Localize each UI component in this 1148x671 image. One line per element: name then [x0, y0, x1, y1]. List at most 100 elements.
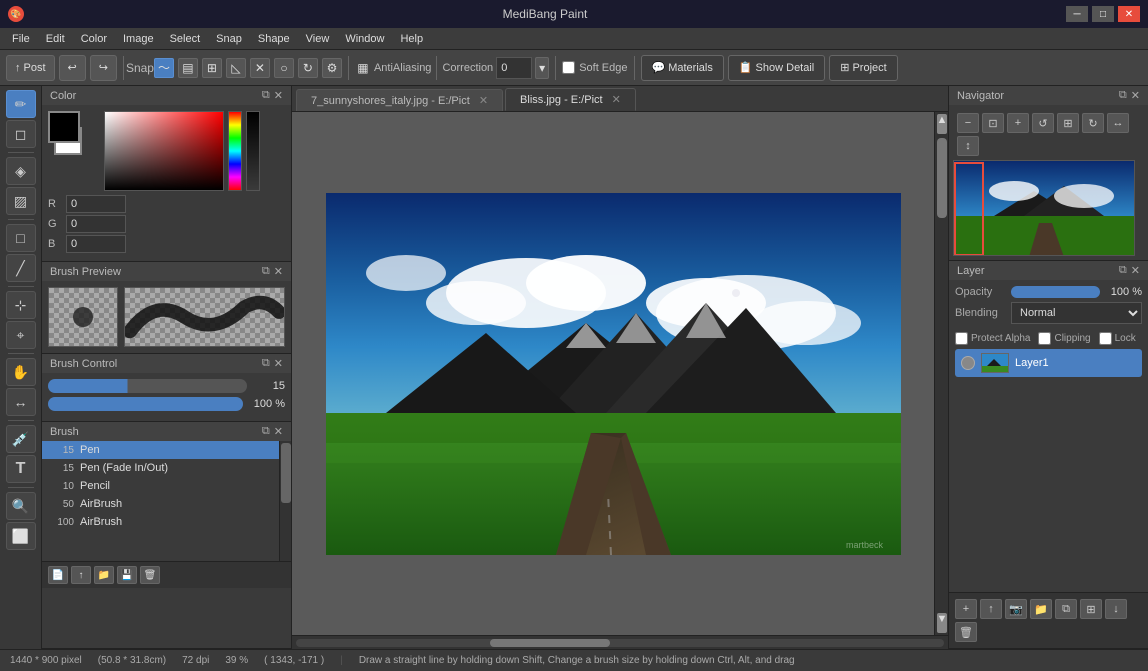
- snap-diagonal[interactable]: ◺: [226, 58, 246, 78]
- menu-color[interactable]: Color: [73, 31, 115, 47]
- tab-1-close[interactable]: ✕: [479, 95, 488, 107]
- tool-fill2[interactable]: ⬜: [6, 522, 36, 550]
- close-button[interactable]: ✕: [1118, 6, 1140, 22]
- snap-grid[interactable]: ⊞: [202, 58, 222, 78]
- nav-rotate-cw[interactable]: ↻: [1082, 113, 1104, 133]
- tool-text[interactable]: T: [6, 455, 36, 483]
- tool-transform[interactable]: ↔: [6, 388, 36, 416]
- color-gradient[interactable]: [104, 111, 224, 191]
- brush-list-scrollbar[interactable]: [279, 441, 291, 561]
- color-panel-close[interactable]: ✕: [274, 89, 283, 102]
- canvas-image[interactable]: martbeck: [326, 193, 901, 555]
- bl-close[interactable]: ✕: [274, 425, 283, 438]
- save-btn[interactable]: 💾: [117, 566, 137, 584]
- nav-flip-v[interactable]: ↕: [957, 136, 979, 156]
- brush-item[interactable]: 15 Pen (Fade In/Out): [42, 459, 279, 477]
- nav-flip-h[interactable]: ↔: [1107, 113, 1129, 133]
- bc-close[interactable]: ✕: [274, 357, 283, 370]
- r-input[interactable]: [66, 195, 126, 213]
- brush-item[interactable]: 15 Pen: [42, 441, 279, 459]
- color-alpha-bar[interactable]: [246, 111, 260, 191]
- bl-expand[interactable]: ⧉: [262, 425, 270, 438]
- layer-close[interactable]: ✕: [1131, 264, 1140, 277]
- menu-edit[interactable]: Edit: [38, 31, 73, 47]
- v-scroll-track[interactable]: [935, 134, 948, 613]
- menu-window[interactable]: Window: [337, 31, 392, 47]
- layer-list-item[interactable]: Layer1: [955, 349, 1142, 377]
- delete-btn[interactable]: 🗑: [140, 566, 160, 584]
- layer-export-btn[interactable]: 📷: [1005, 599, 1027, 619]
- layer-expand[interactable]: ⧉: [1119, 264, 1127, 277]
- vertical-scrollbar[interactable]: ▲ ▼: [934, 112, 948, 635]
- tool-gradient[interactable]: ▨: [6, 187, 36, 215]
- h-scroll-track[interactable]: [296, 639, 944, 647]
- tool-zoom[interactable]: 🔍: [6, 492, 36, 520]
- menu-shape[interactable]: Shape: [250, 31, 298, 47]
- tool-pen[interactable]: ✏: [6, 90, 36, 118]
- redo-button[interactable]: ↪: [90, 55, 117, 81]
- tool-line[interactable]: ╱: [6, 254, 36, 282]
- nav-fit[interactable]: ⊡: [982, 113, 1004, 133]
- v-scroll-thumb[interactable]: [937, 138, 947, 218]
- navigator-preview[interactable]: [953, 160, 1135, 256]
- menu-help[interactable]: Help: [392, 31, 431, 47]
- brush-item[interactable]: 10 Pencil: [42, 477, 279, 495]
- nav-close[interactable]: ✕: [1131, 89, 1140, 102]
- brush-item[interactable]: 50 AirBrush: [42, 495, 279, 513]
- nav-zoom-out[interactable]: −: [957, 113, 979, 133]
- v-scroll-down[interactable]: ▼: [937, 613, 947, 633]
- protect-alpha-checkbox[interactable]: [955, 332, 968, 345]
- opacity-slider[interactable]: [1011, 286, 1100, 298]
- brush-item[interactable]: 100 AirBrush: [42, 513, 279, 531]
- import-btn[interactable]: ↑: [71, 566, 91, 584]
- layer-new-btn[interactable]: +: [955, 599, 977, 619]
- brush-scroll-thumb[interactable]: [281, 443, 291, 503]
- bp-expand[interactable]: ⧉: [262, 265, 270, 278]
- opacity-slider[interactable]: [48, 397, 243, 411]
- bc-expand[interactable]: ⧉: [262, 357, 270, 370]
- menu-select[interactable]: Select: [162, 31, 209, 47]
- tab-1[interactable]: 7_sunnyshores_italy.jpg - E:/Pict ✕: [296, 89, 503, 111]
- layer-down-btn[interactable]: ↓: [1105, 599, 1127, 619]
- tab-2-close[interactable]: ✕: [612, 94, 621, 106]
- materials-button[interactable]: 💬 Materials: [641, 55, 724, 81]
- share-button[interactable]: ↑ Post: [6, 55, 55, 81]
- correction-input[interactable]: [496, 57, 532, 79]
- menu-view[interactable]: View: [298, 31, 338, 47]
- layer-import-btn[interactable]: ↑: [980, 599, 1002, 619]
- undo-button[interactable]: ↩: [59, 55, 86, 81]
- tool-fill[interactable]: ◈: [6, 157, 36, 185]
- layer-visibility-toggle[interactable]: [961, 356, 975, 370]
- v-scroll-up[interactable]: ▲: [937, 114, 947, 134]
- menu-snap[interactable]: Snap: [208, 31, 250, 47]
- nav-zoom-in[interactable]: +: [1007, 113, 1029, 133]
- clipping-checkbox[interactable]: [1038, 332, 1051, 345]
- snap-cross[interactable]: ✕: [250, 58, 270, 78]
- correction-dropdown[interactable]: ▾: [535, 57, 549, 79]
- soft-edge-checkbox[interactable]: [562, 61, 575, 74]
- layer-copy-btn[interactable]: ⧉: [1055, 599, 1077, 619]
- minimize-button[interactable]: ─: [1066, 6, 1088, 22]
- project-button[interactable]: ⊞ Project: [829, 55, 897, 81]
- bp-close[interactable]: ✕: [274, 265, 283, 278]
- canvas-scroll-area[interactable]: martbeck: [292, 112, 934, 635]
- color-panel-expand[interactable]: ⧉: [262, 89, 270, 102]
- foreground-color[interactable]: [48, 111, 80, 143]
- tool-figure[interactable]: □: [6, 224, 36, 252]
- nav-fit2[interactable]: ⊞: [1057, 113, 1079, 133]
- snap-circle[interactable]: ○: [274, 58, 294, 78]
- layer-merge-btn[interactable]: ⊞: [1080, 599, 1102, 619]
- tool-lasso[interactable]: ⌖: [6, 321, 36, 349]
- tab-2[interactable]: Bliss.jpg - E:/Pict ✕: [505, 88, 636, 111]
- blend-select[interactable]: Normal Multiply Screen Overlay: [1011, 302, 1142, 324]
- tool-move[interactable]: ✋: [6, 358, 36, 386]
- snap-line[interactable]: ▤: [178, 58, 198, 78]
- nav-expand[interactable]: ⧉: [1119, 89, 1127, 102]
- color-hue-bar[interactable]: [228, 111, 242, 191]
- menu-file[interactable]: File: [4, 31, 38, 47]
- nav-rotate-ccw[interactable]: ↺: [1032, 113, 1054, 133]
- layer-folder-btn[interactable]: 📁: [1030, 599, 1052, 619]
- folder-btn[interactable]: 📁: [94, 566, 114, 584]
- b-input[interactable]: [66, 235, 126, 253]
- new-file-btn[interactable]: 📄: [48, 566, 68, 584]
